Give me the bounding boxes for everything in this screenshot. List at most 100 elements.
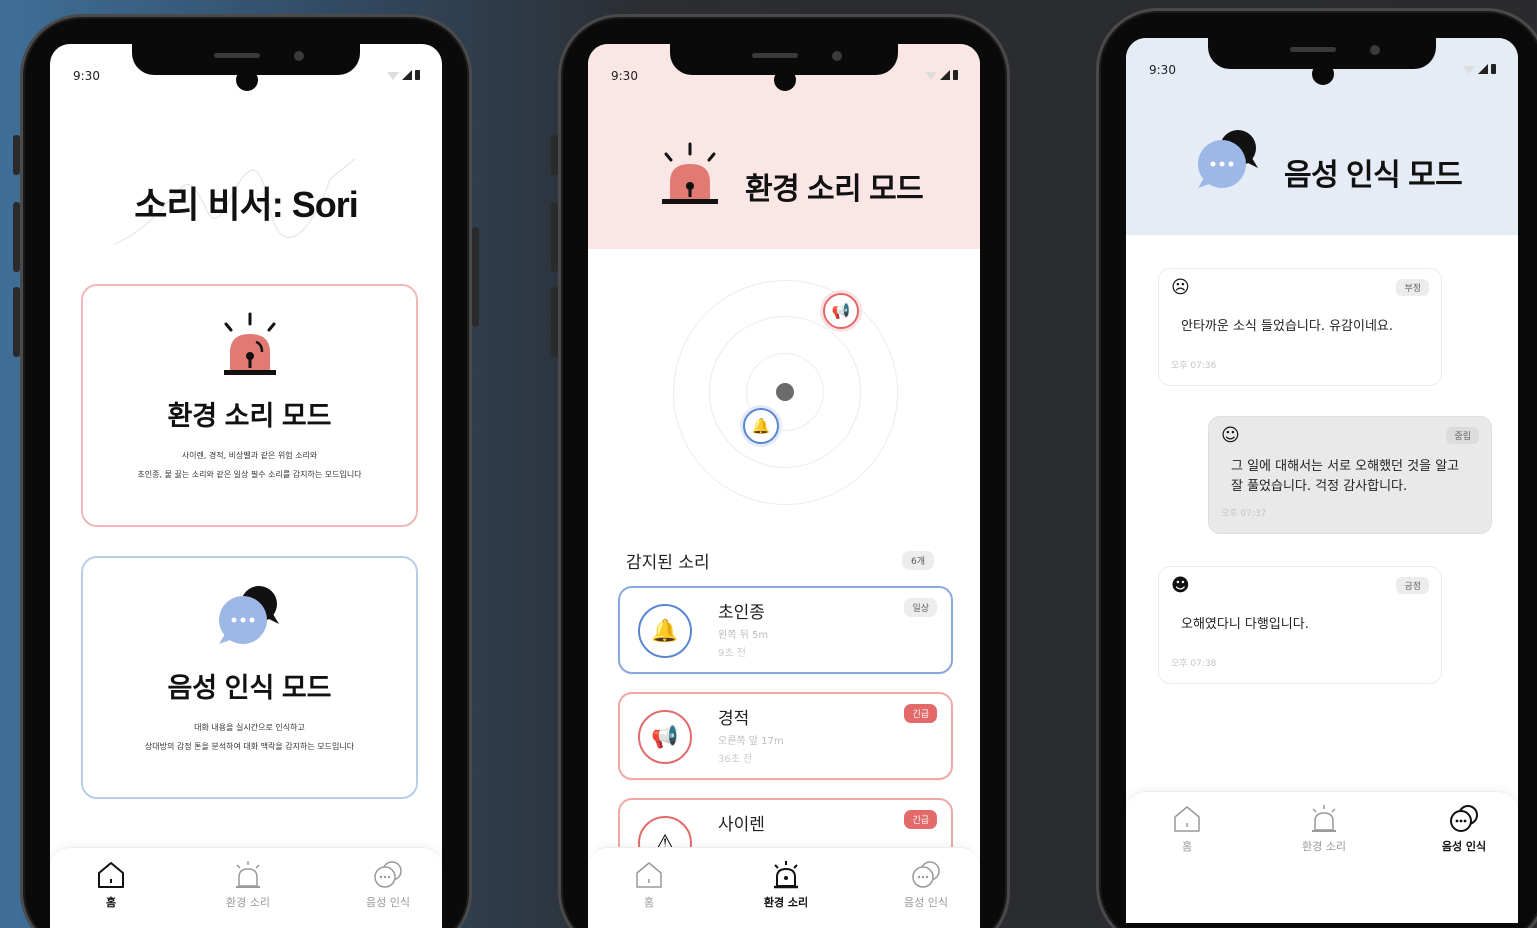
battery-icon — [415, 70, 420, 80]
tab-voice-label: 음성 인식 — [1441, 840, 1487, 853]
chat-outline-icon — [374, 861, 402, 888]
tab-bar: 홈 환경 소리 음성 인식 — [1126, 791, 1518, 873]
phone-voice-mode: 9:30 음성 인식 모드 ☹ 부정 안타까운 소식 들었습니다. 유감이네요.… — [1096, 8, 1537, 928]
tab-home[interactable]: 홈 — [71, 860, 151, 910]
sound-direction: 왼쪽 뒤 5m — [718, 630, 769, 641]
voice-card-desc-line1: 대화 내용을 실시간으로 인식하고 — [194, 723, 305, 732]
env-mode-card[interactable]: 환경 소리 모드 사이렌, 경적, 비상벨과 같은 위험 소리와 초인종, 물 … — [81, 284, 418, 527]
count-badge: 6개 — [901, 551, 934, 570]
notch — [1208, 38, 1436, 85]
message-time: 오후 07:38 — [1171, 659, 1217, 669]
sound-direction: 오른쪽 앞 17m — [718, 736, 784, 747]
chat-outline-icon — [912, 861, 940, 888]
siren-outline-icon — [774, 861, 798, 889]
message-time: 오후 07:36 — [1171, 361, 1217, 371]
chat-outline-icon — [1450, 805, 1478, 832]
direction-radar — [673, 280, 898, 505]
home-icon — [1174, 806, 1200, 832]
detected-sounds-title: 감지된 소리 — [626, 553, 710, 573]
smile-face-icon: ☺ — [1221, 425, 1240, 446]
sound-item[interactable]: 🔔 초인종 왼쪽 뒤 5m 9초 전 일상 — [618, 586, 953, 674]
screen: 9:30 음성 인식 모드 ☹ 부정 안타까운 소식 들었습니다. 유감이네요.… — [1126, 38, 1518, 923]
horn-icon: 📢 — [638, 710, 692, 764]
chat-message: ☹ 부정 안타까운 소식 들었습니다. 유감이네요. 오후 07:36 — [1158, 268, 1442, 386]
signal-icon — [402, 70, 412, 80]
tab-bar: 홈 환경 소리 음성 인식 — [588, 847, 980, 928]
message-text: 안타까운 소식 들었습니다. 유감이네요. — [1181, 319, 1394, 334]
status-time: 9:30 — [611, 69, 638, 83]
wifi-icon — [1463, 66, 1475, 74]
signal-icon — [1478, 64, 1488, 74]
siren-icon — [662, 142, 718, 204]
emotion-tag: 중립 — [1446, 427, 1479, 444]
env-card-desc: 사이렌, 경적, 비상벨과 같은 위험 소리와 초인종, 물 끓는 소리와 같은… — [93, 446, 406, 484]
message-text: 그 일에 대해서는 서로 오해했던 것을 알고 잘 풀었습니다. 걱정 감사합니… — [1231, 459, 1460, 494]
radar-center — [776, 383, 794, 401]
status-time: 9:30 — [1149, 63, 1176, 77]
happy-face-icon: ☻ — [1171, 575, 1190, 596]
emotion-tag: 부정 — [1396, 279, 1429, 296]
siren-outline-icon — [236, 861, 260, 888]
voice-header-title: 음성 인식 모드 — [1284, 159, 1463, 192]
tab-home-label: 홈 — [1181, 840, 1193, 853]
tab-voice-label: 음성 인식 — [366, 896, 410, 909]
env-header-title: 환경 소리 모드 — [745, 173, 924, 206]
chat-bubble-icon — [217, 584, 283, 650]
message-time: 오후 07:37 — [1221, 509, 1267, 519]
app-title: 소리 비서: Sori — [134, 184, 359, 225]
home-icon — [98, 862, 124, 888]
status-icons — [387, 70, 420, 80]
env-card-desc-line2: 초인종, 물 끓는 소리와 같은 일상 필수 소리를 감지하는 모드입니다 — [137, 470, 362, 479]
message-text: 오해였다니 다행입니다. — [1181, 617, 1309, 632]
side-button — [13, 202, 20, 272]
tab-env-label: 환경 소리 — [1302, 840, 1346, 853]
voice-card-desc: 대화 내용을 실시간으로 인식하고 상대방의 감정 톤을 분석하여 대화 맥락을… — [93, 718, 406, 756]
side-button — [551, 287, 558, 357]
tab-voice[interactable]: 음성 인식 — [348, 860, 428, 910]
horn-blip[interactable]: 📢 — [823, 293, 859, 329]
tab-voice[interactable]: 음성 인식 — [1424, 804, 1504, 854]
tab-env[interactable]: 환경 소리 — [1284, 804, 1364, 854]
side-button — [13, 135, 20, 175]
tab-home[interactable]: 홈 — [1147, 804, 1227, 854]
sound-badge: 일상 — [904, 598, 937, 617]
phone-env-mode: 9:30 환경 소리 모드 📢 🔔 감지된 소리 6개 🔔 초인종 왼쪽 뒤 5… — [551, 14, 1010, 928]
tab-env-label: 환경 소리 — [226, 896, 270, 909]
sound-name: 사이렌 — [718, 815, 765, 835]
tab-env[interactable]: 환경 소리 — [746, 860, 826, 910]
wifi-icon — [925, 72, 937, 80]
signal-icon — [940, 70, 950, 80]
status-icons — [925, 70, 958, 80]
tab-home[interactable]: 홈 — [609, 860, 689, 910]
side-button — [551, 202, 558, 272]
sound-time: 36초 전 — [718, 754, 753, 765]
tab-voice[interactable]: 음성 인식 — [886, 860, 966, 910]
env-card-title: 환경 소리 모드 — [167, 401, 332, 431]
chat-message: ☻ 긍정 오해였다니 다행입니다. 오후 07:38 — [1158, 566, 1442, 684]
screen: 9:30 소리 비서: Sori 환경 소리 모드 사이렌, 경적, 비상벨과 … — [50, 44, 442, 928]
sad-face-icon: ☹ — [1171, 277, 1190, 298]
wifi-icon — [387, 72, 399, 80]
phone-home: 9:30 소리 비서: Sori 환경 소리 모드 사이렌, 경적, 비상벨과 … — [13, 14, 479, 928]
tab-env-label: 환경 소리 — [763, 896, 809, 909]
env-card-desc-line1: 사이렌, 경적, 비상벨과 같은 위험 소리와 — [181, 451, 318, 460]
voice-mode-card[interactable]: 음성 인식 모드 대화 내용을 실시간으로 인식하고 상대방의 감정 톤을 분석… — [81, 556, 418, 799]
battery-icon — [1491, 64, 1496, 74]
bell-icon: 🔔 — [638, 604, 692, 658]
sound-name: 초인종 — [718, 603, 765, 623]
sound-item[interactable]: 📢 경적 오른쪽 앞 17m 36초 전 긴급 — [618, 692, 953, 780]
sound-badge: 긴급 — [904, 810, 937, 829]
side-button — [551, 135, 558, 175]
home-icon — [636, 862, 662, 888]
sound-time: 9초 전 — [718, 648, 746, 659]
side-button — [13, 287, 20, 357]
chat-bubble-icon — [1198, 130, 1258, 188]
sound-badge: 긴급 — [904, 704, 937, 723]
tab-env[interactable]: 환경 소리 — [208, 860, 288, 910]
status-icons — [1463, 64, 1496, 74]
chat-message: ☺ 중립 그 일에 대해서는 서로 오해했던 것을 알고 잘 풀었습니다. 걱정… — [1208, 416, 1492, 534]
side-button — [472, 227, 479, 327]
notch — [670, 44, 898, 91]
status-time: 9:30 — [73, 69, 100, 83]
bell-blip[interactable]: 🔔 — [743, 408, 779, 444]
